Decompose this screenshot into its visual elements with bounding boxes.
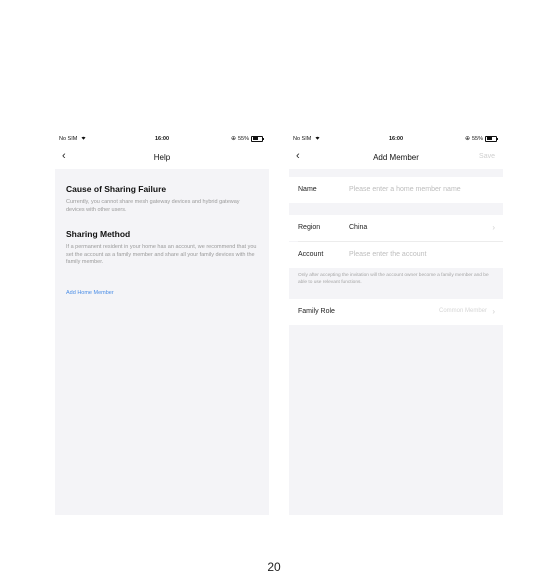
page-number: 20	[267, 560, 281, 574]
invitation-note: Only after accepting the invitation will…	[298, 273, 489, 285]
chevron-right-icon: ›	[492, 223, 495, 232]
page-title: Help	[153, 153, 171, 162]
battery-status: ⊕ 55%	[464, 135, 498, 142]
battery-icon	[251, 135, 264, 142]
family-role-row[interactable]: Family Role Common Member ›	[289, 299, 503, 325]
help-section-method: Sharing Method If a permanent resident i…	[55, 229, 269, 267]
add-home-member-link[interactable]: Add Home Member	[55, 290, 269, 296]
family-role-label: Family Role	[298, 308, 335, 315]
page-title: Add Member	[373, 153, 419, 162]
help-screen: No SIM 16:00 ⊕ 55% ‹ Help Cause of Shari…	[55, 131, 269, 515]
account-input[interactable]: Please enter the account	[349, 251, 426, 258]
orientation-lock-icon: ⊕	[230, 136, 236, 142]
chevron-right-icon: ›	[492, 307, 495, 316]
region-row[interactable]: Region China ›	[289, 215, 503, 241]
save-button[interactable]: Save	[479, 153, 495, 160]
section-body: If a permanent resident in your home has…	[66, 244, 257, 265]
status-bar: No SIM 16:00 ⊕ 55%	[55, 131, 269, 147]
account-label: Account	[298, 250, 324, 258]
battery-status: ⊕ 55%	[230, 135, 264, 142]
region-label: Region	[298, 224, 321, 231]
section-body: Currently, you cannot share mesh gateway…	[66, 199, 240, 213]
family-role-value: Common Member	[438, 308, 487, 314]
help-section-failure: Cause of Sharing Failure Currently, you …	[55, 184, 269, 214]
status-bar: No SIM 16:00 ⊕ 55%	[289, 131, 503, 147]
name-row[interactable]: Name Please enter a home member name	[289, 177, 503, 203]
account-row[interactable]: Account Please enter the account	[289, 241, 503, 268]
name-label: Name	[298, 186, 317, 193]
orientation-lock-icon: ⊕	[464, 136, 470, 142]
section-heading: Sharing Method	[66, 229, 131, 239]
add-member-screen: No SIM 16:00 ⊕ 55% ‹ Add Member Save Nam…	[289, 131, 503, 515]
section-heading: Cause of Sharing Failure	[66, 184, 167, 194]
battery-percent: 55%	[471, 135, 483, 142]
battery-percent: 55%	[237, 135, 249, 142]
region-value: China	[349, 224, 368, 231]
help-content: Cause of Sharing Failure Currently, you …	[55, 169, 269, 296]
battery-icon	[485, 135, 498, 142]
name-input[interactable]: Please enter a home member name	[349, 186, 461, 193]
nav-bar: ‹ Help	[55, 147, 269, 169]
nav-bar: ‹ Add Member Save	[289, 147, 503, 169]
